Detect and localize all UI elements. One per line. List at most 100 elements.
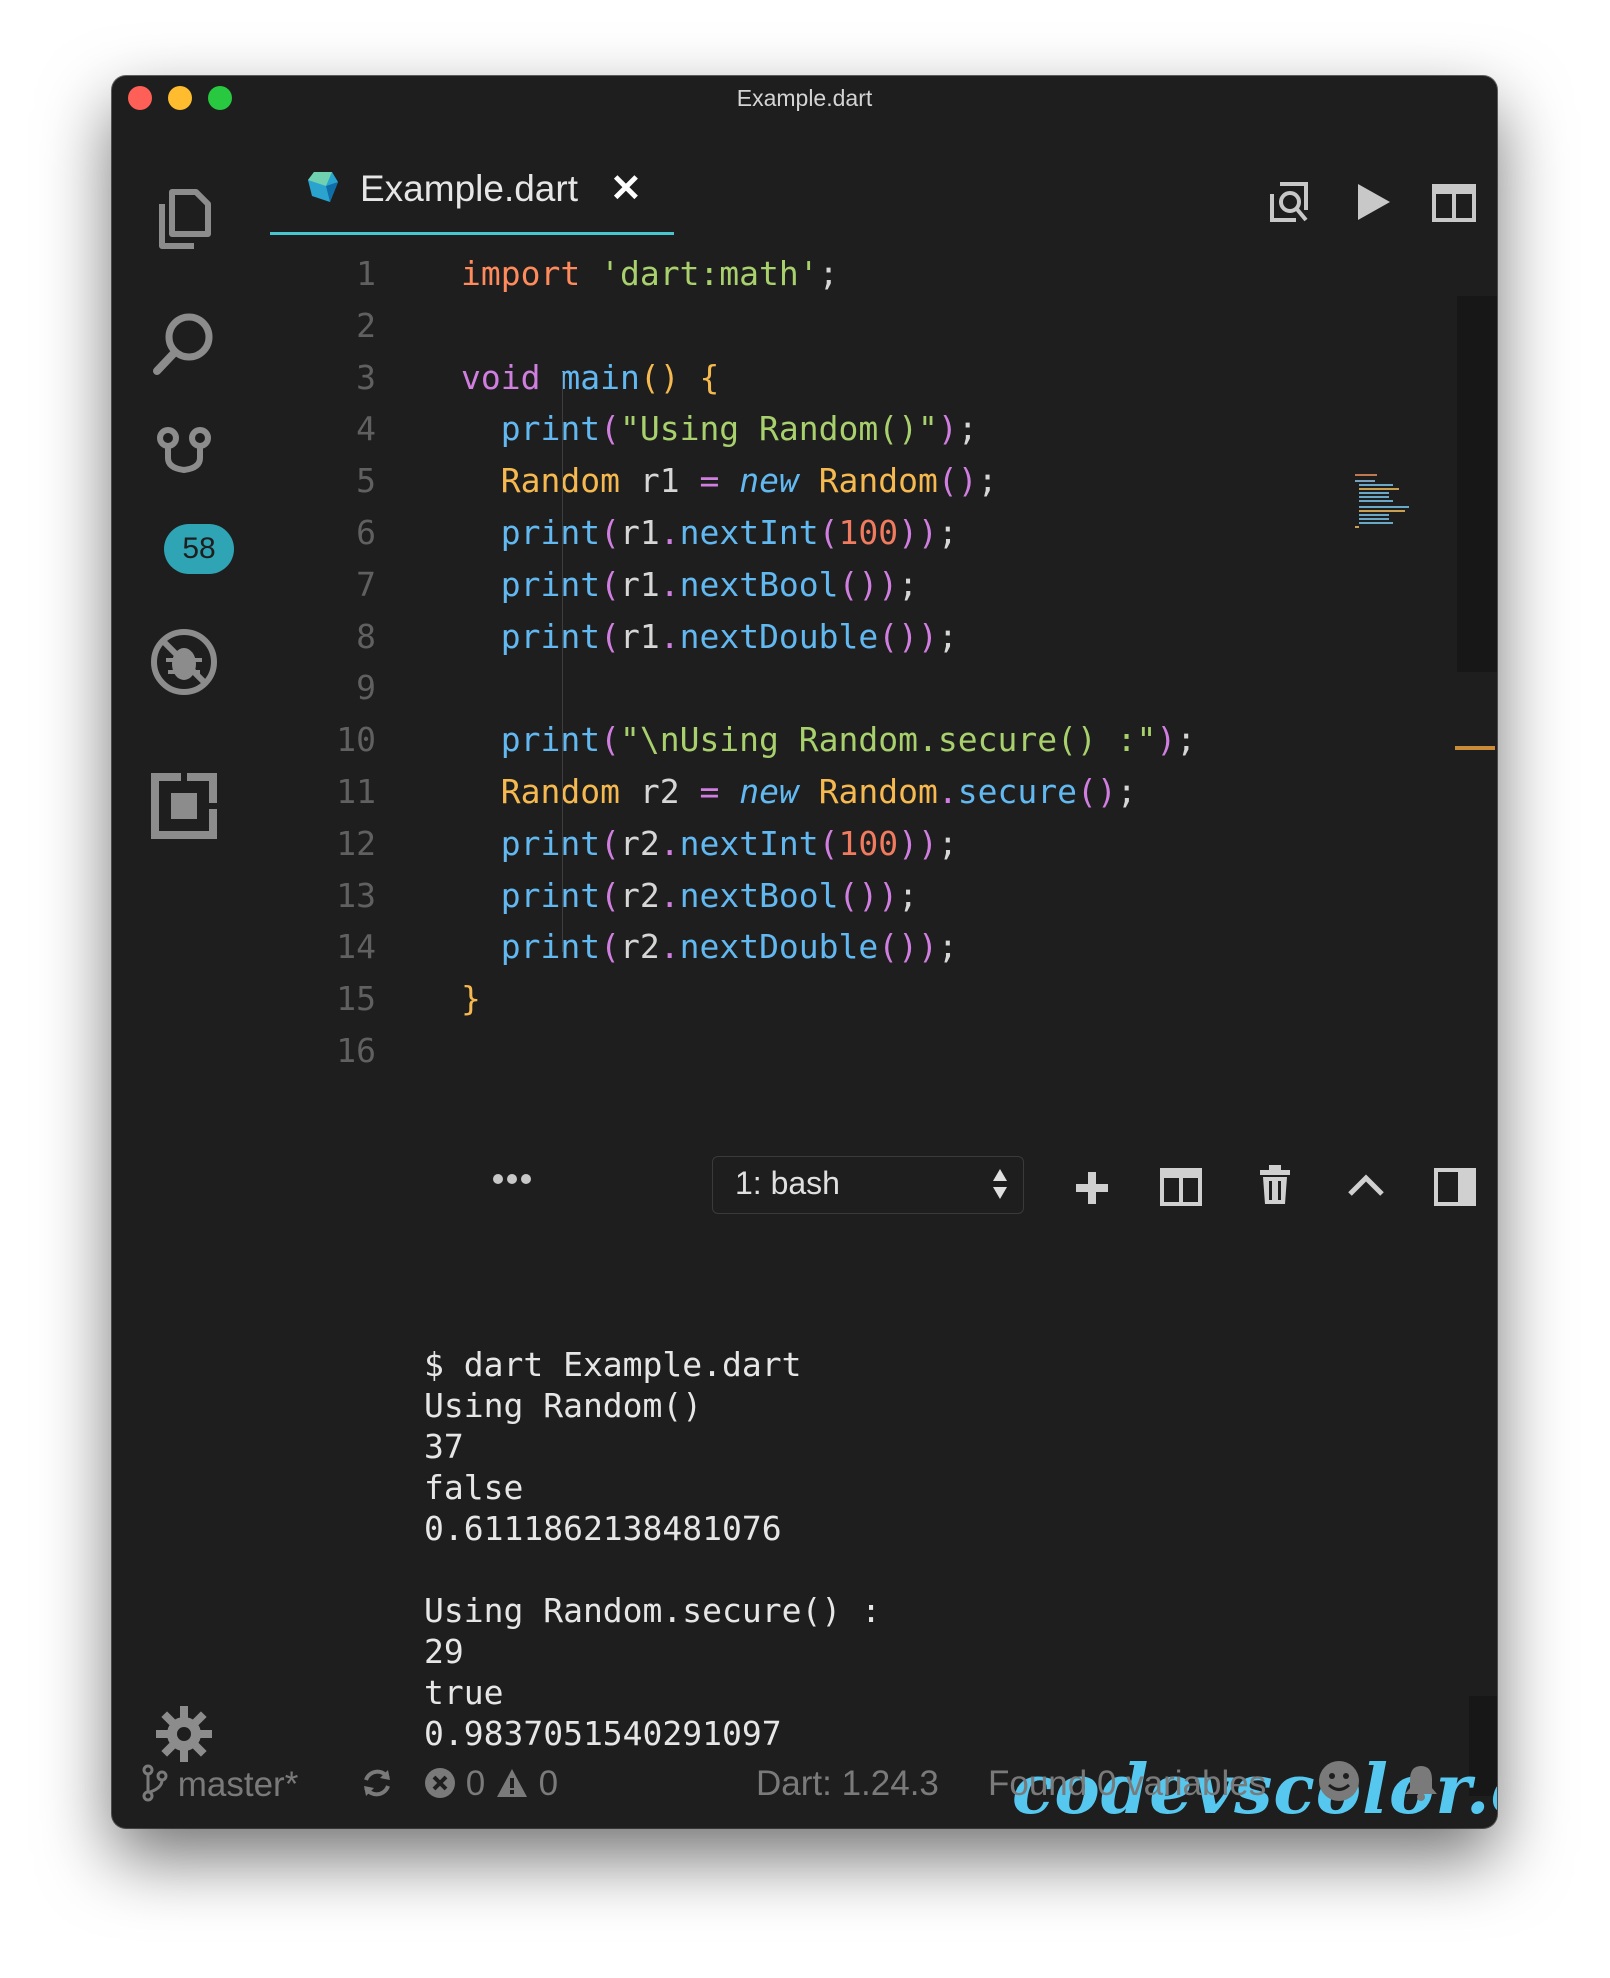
code-text: print(r2.nextInt(100));: [461, 818, 958, 870]
code-token: (): [639, 357, 680, 397]
code-text: print(r1.nextDouble());: [461, 611, 958, 663]
code-line: 7 print(r1.nextBool());: [256, 559, 1356, 611]
code-token: nextInt: [679, 513, 819, 552]
terminal-line: true: [424, 1673, 504, 1712]
code-token: (: [600, 409, 620, 449]
variables-status[interactable]: Found 0 variables: [988, 1764, 1266, 1804]
source-control-icon[interactable]: [146, 420, 222, 496]
code-token: main: [560, 357, 640, 397]
code-token: ;: [1116, 772, 1137, 811]
code-token: ()): [878, 616, 938, 656]
code-text: }: [461, 973, 481, 1025]
code-token: ;: [937, 513, 958, 552]
code-token: (: [600, 823, 620, 863]
dart-file-icon: [306, 170, 340, 209]
code-token: new: [739, 461, 799, 501]
code-token: .: [659, 564, 680, 604]
code-token: 100: [838, 513, 899, 552]
git-branch-icon: [142, 1764, 178, 1804]
code-token: secure: [957, 772, 1077, 811]
sync-icon[interactable]: [360, 1766, 394, 1809]
code-token: 'dart:math': [600, 254, 819, 293]
extensions-icon[interactable]: [146, 768, 222, 844]
panel-more-icon[interactable]: [492, 1172, 532, 1190]
code-token: ): [1156, 720, 1177, 760]
terminal-line: 0.6111862138481076: [424, 1509, 782, 1548]
code-text: print("\nUsing Random.secure() :");: [461, 714, 1196, 766]
code-editor[interactable]: 1 import 'dart:math'; 2 3 void main() {4 pri…: [256, 248, 1497, 1128]
tab-example-dart[interactable]: Example.dart ✕: [270, 140, 674, 235]
explorer-icon[interactable]: [146, 180, 222, 256]
line-number: 10: [336, 720, 376, 760]
code-token: (: [600, 564, 620, 604]
code-token: print: [500, 409, 601, 449]
branch-status[interactable]: master*: [142, 1764, 298, 1805]
code-token: print: [500, 513, 601, 552]
code-token: ;: [937, 616, 958, 656]
line-number: 7: [356, 564, 376, 604]
open-changes-icon[interactable]: [1266, 180, 1312, 231]
tab-label: Example.dart: [360, 168, 578, 209]
code-token: nextDouble: [679, 927, 879, 967]
search-icon[interactable]: [146, 306, 222, 382]
code-token: ()): [838, 564, 899, 604]
split-editor-icon[interactable]: [1432, 184, 1476, 227]
feedback-smiley-icon[interactable]: [1318, 1760, 1360, 1811]
code-token: .: [659, 927, 680, 967]
code-token: )): [898, 513, 938, 552]
line-number: 9: [356, 668, 376, 708]
code-line: 2: [256, 300, 1356, 352]
code-token: .: [937, 772, 958, 811]
code-token: (: [600, 875, 620, 915]
notification-bell-icon[interactable]: [1402, 1762, 1440, 1811]
line-number: 5: [356, 461, 376, 501]
code-token: r2: [619, 823, 660, 863]
code-line: 10 print("\nUsing Random.secure() :");: [256, 714, 1356, 766]
code-line: 15}: [256, 973, 1356, 1025]
minimap[interactable]: [1355, 472, 1435, 532]
editor-window: Example.dart 58 Example.dart ✕ 1 import …: [112, 76, 1497, 1828]
debug-icon[interactable]: [146, 624, 222, 700]
terminal-line: 37: [424, 1427, 464, 1466]
code-token: "\nUsing Random.secure() :": [619, 720, 1157, 760]
code-text: Random r1 = new Random();: [461, 455, 998, 507]
code-token: (: [600, 616, 620, 656]
maximize-panel-icon[interactable]: [1346, 1172, 1386, 1203]
updown-arrows-icon: [991, 1167, 1009, 1209]
code-token: .: [659, 823, 680, 863]
code-token: ;: [898, 875, 919, 915]
terminal-select[interactable]: 1: bash: [712, 1156, 1024, 1214]
code-line: 11 Random r2 = new Random.secure();: [256, 766, 1356, 818]
terminal-line: 29: [424, 1632, 464, 1671]
line-number: 2: [356, 305, 376, 345]
code-text: print("Using Random()");: [461, 403, 978, 455]
code-token: print: [500, 823, 601, 863]
run-icon[interactable]: [1354, 180, 1394, 229]
line-number: 13: [336, 875, 376, 915]
code-line: 4 print("Using Random()");: [256, 403, 1356, 455]
code-token: )): [898, 823, 938, 863]
code-line: 6 print(r1.nextInt(100));: [256, 507, 1356, 559]
split-terminal-icon[interactable]: [1160, 1168, 1202, 1211]
toggle-panel-position-icon[interactable]: [1434, 1168, 1476, 1211]
overview-ruler-marker: [1455, 746, 1495, 750]
code-line: 12 print(r2.nextInt(100));: [256, 818, 1356, 870]
code-token: r1: [619, 564, 660, 604]
code-token: =: [699, 461, 720, 501]
new-terminal-icon[interactable]: [1074, 1170, 1110, 1211]
close-tab-icon[interactable]: ✕: [610, 166, 642, 211]
trash-icon[interactable]: [1258, 1164, 1292, 1211]
code-token: Random: [818, 772, 938, 811]
problems-status[interactable]: 0 0: [424, 1764, 558, 1804]
editor-scrollbar[interactable]: [1457, 296, 1497, 672]
code-token: .: [659, 875, 680, 915]
line-number: 4: [356, 409, 376, 449]
code-token: print: [500, 616, 601, 656]
dart-version[interactable]: Dart: 1.24.3: [756, 1764, 939, 1804]
